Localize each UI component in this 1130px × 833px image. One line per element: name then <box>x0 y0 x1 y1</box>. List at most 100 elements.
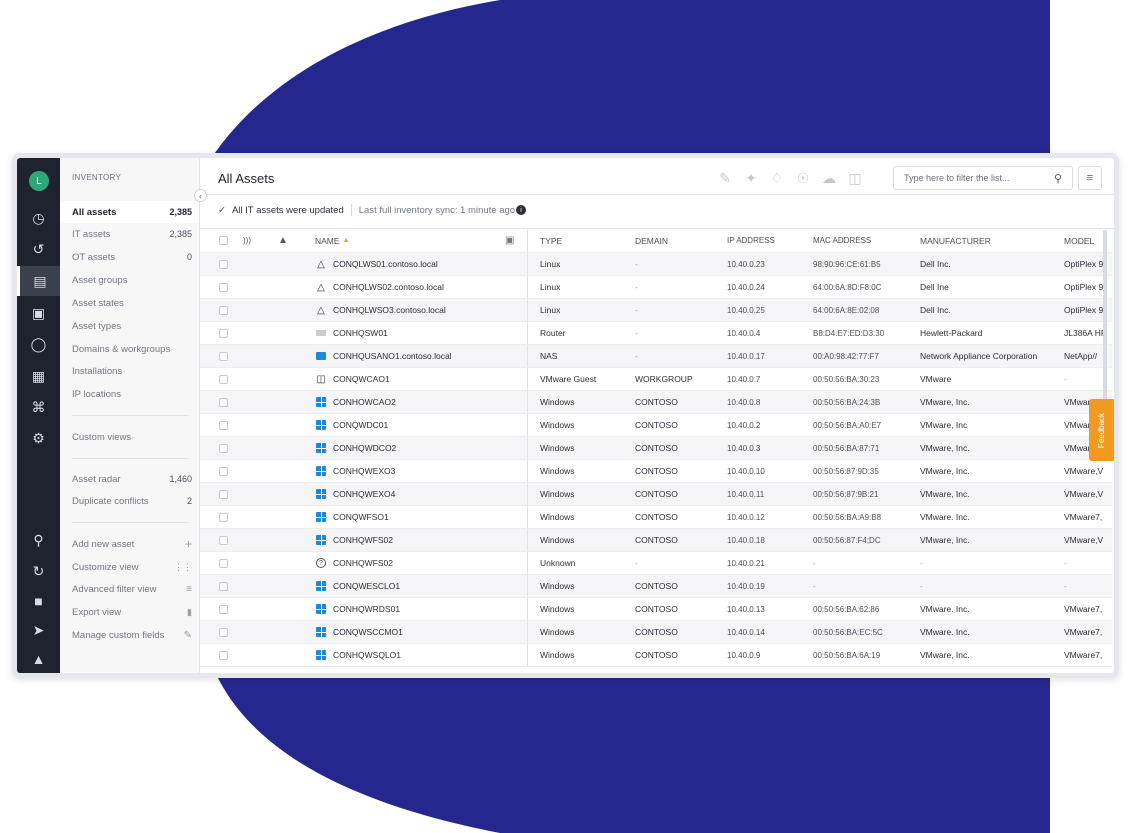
row-checkbox[interactable] <box>219 414 233 436</box>
row-checkbox[interactable] <box>219 506 233 528</box>
table-row[interactable]: △ CONQLWS01.contoso.local Linux - 10.40.0.23… <box>200 253 1112 276</box>
sidebar-item-asset-types[interactable]: Asset types <box>60 315 199 337</box>
search-icon[interactable]: ⚲ <box>1054 172 1062 185</box>
column-ip[interactable]: IP ADDRESS <box>727 229 807 252</box>
cloud-upload-icon[interactable]: ☁ <box>821 170 837 187</box>
manage-custom-fields-button[interactable]: Manage custom fields ✎ <box>60 624 199 646</box>
asset-name[interactable]: CONHQUSANO1.contoso.local <box>315 345 523 367</box>
sidebar-item-asset-radar[interactable]: Asset radar 1,460 <box>60 468 199 490</box>
table-row[interactable]: CONHQWRDS01 Windows CONTOSO 10.40.0.13 00:50… <box>200 598 1112 621</box>
row-checkbox[interactable] <box>219 253 233 275</box>
asset-name[interactable]: ? CONHQWFS02 <box>315 552 523 574</box>
row-checkbox[interactable] <box>219 598 233 620</box>
sidebar-item-domains[interactable]: Domains & workgroups <box>60 338 199 360</box>
vertical-scrollbar[interactable] <box>1103 230 1107 410</box>
asset-name[interactable]: ◫ CONQWCAO1 <box>315 368 523 390</box>
row-checkbox[interactable] <box>219 368 233 390</box>
sidebar-item-ot-assets[interactable]: OT assets 0 <box>60 246 199 268</box>
asset-name[interactable]: CONHQWSQLO1 <box>315 644 523 666</box>
asset-name[interactable]: CONHQWEXO3 <box>315 460 523 482</box>
row-checkbox[interactable] <box>219 299 233 321</box>
edit-icon[interactable]: ✎ <box>717 170 733 187</box>
info-icon[interactable]: i <box>516 205 527 215</box>
table-row[interactable]: △ CONHQLWS02.contoso.local Linux - 10.40.0.2… <box>200 276 1112 299</box>
clipboard-icon[interactable]: ■ <box>17 586 60 616</box>
scan-status-icon[interactable]: ))) <box>243 229 251 252</box>
table-row[interactable]: ◫ CONQWCAO1 VMware Guest WORKGROUP 10.40.0.7… <box>200 368 1112 391</box>
column-type[interactable]: TYPE <box>540 229 630 252</box>
row-checkbox[interactable] <box>219 460 233 482</box>
dashboard-icon[interactable]: ◷ <box>17 203 60 233</box>
asset-name[interactable]: CONQWDC01 <box>315 414 523 436</box>
advanced-filter-view-button[interactable]: Advanced filter view ≡ <box>60 578 199 600</box>
table-row[interactable]: CONHQWSQLO1 Windows CONTOSO 10.40.0.9 00:50:… <box>200 644 1112 667</box>
inventory-icon[interactable]: ▤ <box>17 266 60 296</box>
row-checkbox[interactable] <box>219 529 233 551</box>
warning-icon[interactable]: ▲ <box>278 229 288 252</box>
asset-name[interactable]: CONHQSW01 <box>315 322 523 344</box>
asset-name[interactable]: CONHQWRDS01 <box>315 598 523 620</box>
table-row[interactable]: △ CONHQLWSO3.contoso.local Linux - 10.40.0.2… <box>200 299 1112 322</box>
row-checkbox[interactable] <box>219 391 233 413</box>
scan-asset-icon[interactable]: ✦ <box>743 170 759 187</box>
code-window-icon[interactable]: ▣ <box>17 298 60 328</box>
column-mac[interactable]: MAC ADDRESS <box>813 229 913 252</box>
asset-name[interactable]: △ CONQLWS01.contoso.local <box>315 253 523 275</box>
sidebar-item-asset-states[interactable]: Asset states <box>60 292 199 314</box>
customize-view-button[interactable]: Customize view ⋮⋮ <box>60 556 199 578</box>
asset-name[interactable]: CONQWFSO1 <box>315 506 523 528</box>
tag-icon[interactable]: ♢ <box>769 170 785 187</box>
row-checkbox[interactable] <box>219 437 233 459</box>
network-icon[interactable]: ⌘ <box>17 392 60 422</box>
asset-name[interactable]: △ CONHQLWSO3.contoso.local <box>315 299 523 321</box>
collapse-sidebar-button[interactable]: ‹ <box>194 189 207 202</box>
asset-name[interactable]: △ CONHQLWS02.contoso.local <box>315 276 523 298</box>
filter-menu-button[interactable]: ≡ <box>1078 166 1102 190</box>
columns-icon[interactable]: ▣ <box>505 229 514 252</box>
column-manufacturer[interactable]: MANUFACTURER <box>920 229 1060 252</box>
megaphone-icon[interactable]: ➤ <box>17 615 60 645</box>
refresh-icon[interactable]: ↻ <box>17 556 60 586</box>
table-row[interactable]: CONQWESCLO1 Windows CONTOSO 10.40.0.19 - - - <box>200 575 1112 598</box>
table-row[interactable]: CONHQWFS02 Windows CONTOSO 10.40.0.18 00:50:… <box>200 529 1112 552</box>
settings-icon[interactable]: ⚙ <box>17 423 60 453</box>
search-icon[interactable]: ⚲ <box>17 525 60 555</box>
table-row[interactable]: CONHQWDCO2 Windows CONTOSO 10.40.0.3 00:50:5… <box>200 437 1112 460</box>
asset-name[interactable]: CONQWESCLO1 <box>315 575 523 597</box>
group-icon[interactable]: ☉ <box>795 170 811 187</box>
table-row[interactable]: ? CONHQWFS02 Unknown - 10.40.0.21 - - - <box>200 552 1112 575</box>
add-new-asset-button[interactable]: Add new asset + <box>60 533 199 555</box>
table-row[interactable]: CONQWFSO1 Windows CONTOSO 10.40.0.12 00:50:5… <box>200 506 1112 529</box>
sidebar-item-it-assets[interactable]: IT assets 2,385 <box>60 223 199 245</box>
table-row[interactable]: CONHQWEXO3 Windows CONTOSO 10.40.0.10 00:50:… <box>200 460 1112 483</box>
row-checkbox[interactable] <box>219 621 233 643</box>
shield-icon[interactable]: ◯ <box>17 329 60 359</box>
sidebar-item-installations[interactable]: Installations <box>60 360 199 382</box>
asset-name[interactable]: CONHQWEXO4 <box>315 483 523 505</box>
asset-name[interactable]: CONQWSCCMO1 <box>315 621 523 643</box>
avatar[interactable]: L <box>29 171 49 191</box>
sidebar-item-asset-groups[interactable]: Asset groups <box>60 269 199 291</box>
row-checkbox[interactable] <box>219 483 233 505</box>
reports-icon[interactable]: ▦ <box>17 361 60 391</box>
export-view-button[interactable]: Export view ▮ <box>60 601 199 623</box>
scan-icon[interactable]: ↺ <box>17 234 60 264</box>
sidebar-item-custom-views[interactable]: Custom views <box>60 426 199 448</box>
table-row[interactable]: CONQWSCCMO1 Windows CONTOSO 10.40.0.14 00:50… <box>200 621 1112 644</box>
asset-name[interactable]: CONHOWCAO2 <box>315 391 523 413</box>
column-domain[interactable]: DEMAIN <box>635 229 720 252</box>
table-row[interactable]: CONHQWEXO4 Windows CONTOSO 10.40.0.11 00:50:… <box>200 483 1112 506</box>
table-row[interactable]: CONHOWCAO2 Windows CONTOSO 10.40.0.8 00:50:5… <box>200 391 1112 414</box>
row-checkbox[interactable] <box>219 276 233 298</box>
row-checkbox[interactable] <box>219 575 233 597</box>
filter-input[interactable]: Type here to filter the list... ⚲ <box>893 166 1073 190</box>
row-checkbox[interactable] <box>219 345 233 367</box>
sidebar-item-duplicate-conflicts[interactable]: Duplicate conflicts 2 <box>60 490 199 512</box>
trash-icon[interactable]: ◫ <box>847 170 863 187</box>
feedback-tab[interactable]: Feedback <box>1089 399 1114 461</box>
sidebar-item-all-assets[interactable]: All assets 2,385 <box>60 201 199 223</box>
asset-name[interactable]: CONHQWFS02 <box>315 529 523 551</box>
bell-icon[interactable]: ▲ <box>17 644 60 673</box>
sidebar-item-ip-locations[interactable]: IP locations <box>60 383 199 405</box>
table-row[interactable]: CONQWDC01 Windows CONTOSO 10.40.0.2 00:50:56… <box>200 414 1112 437</box>
